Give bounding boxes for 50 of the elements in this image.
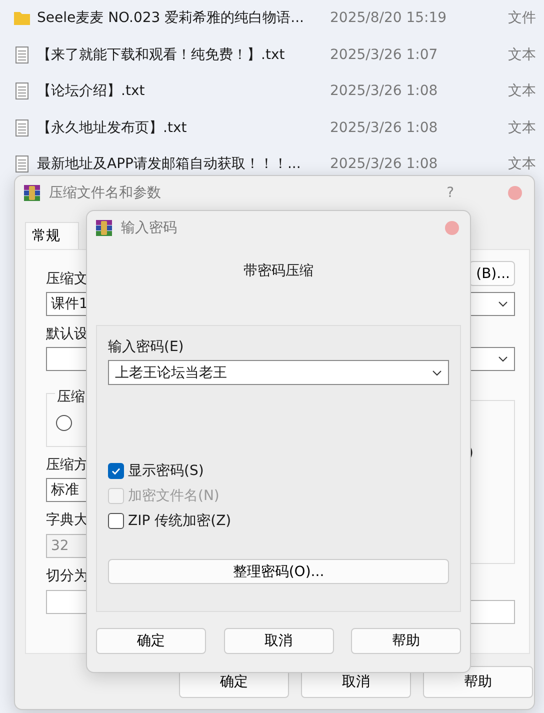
stacked-books-icon bbox=[95, 218, 113, 236]
modified-date: 2025/3/26 1:08 bbox=[330, 83, 439, 100]
input-field[interactable] bbox=[469, 600, 515, 624]
field-label: 压缩方 bbox=[46, 456, 89, 475]
file-name[interactable]: Seele麦麦 NO.023 爱莉希雅的纯白物语... bbox=[37, 9, 330, 28]
checkbox[interactable] bbox=[108, 513, 124, 529]
checkbox-label: 显示密码(S) bbox=[128, 462, 204, 480]
text-file-icon bbox=[13, 46, 31, 64]
modified-date: 2025/8/20 15:19 bbox=[330, 10, 448, 26]
window-title: 输入密码 bbox=[121, 218, 177, 236]
file-name[interactable]: 【永久地址发布页】.txt bbox=[37, 118, 330, 137]
stacked-books-icon bbox=[23, 184, 41, 202]
field-label: 压缩文 bbox=[46, 270, 89, 289]
dialog-heading: 带密码压缩 bbox=[242, 262, 314, 280]
checkbox-label: 加密文件名(N) bbox=[128, 487, 220, 505]
file-name[interactable]: 【来了就能下载和观看！纯免费！】.txt bbox=[37, 46, 330, 64]
file-type: 文本 bbox=[508, 155, 536, 174]
file-name[interactable]: 最新地址及APP请发邮箱自动获取！！！... bbox=[37, 155, 330, 174]
password-field[interactable]: 上老王论坛当老王 bbox=[108, 360, 449, 385]
dialog-button[interactable]: 确定 bbox=[96, 628, 206, 654]
text-file-icon bbox=[13, 118, 31, 137]
chevron-down-icon bbox=[432, 370, 442, 376]
chevron-down-icon bbox=[498, 301, 508, 307]
field-label: 输入密码(E) bbox=[108, 338, 185, 356]
group-label: 压缩 bbox=[55, 389, 87, 405]
file-type: 文本 bbox=[508, 118, 536, 137]
checkbox-label: ZIP 传统加密(Z) bbox=[128, 512, 232, 530]
field-label: 默认设 bbox=[46, 325, 89, 344]
text-file-icon bbox=[13, 155, 31, 174]
organize-button[interactable]: 整理密码(O)... bbox=[108, 559, 449, 584]
modified-date: 2025/3/26 1:08 bbox=[330, 156, 439, 172]
dropdown[interactable] bbox=[469, 292, 515, 316]
text-file-icon bbox=[13, 82, 31, 100]
folder-icon bbox=[13, 10, 31, 26]
file-name[interactable]: 【论坛介绍】.txt bbox=[37, 82, 330, 100]
modified-date: 2025/3/26 1:07 bbox=[330, 46, 439, 63]
dialog-button[interactable]: 帮助 bbox=[423, 666, 533, 698]
radio-button[interactable] bbox=[56, 415, 72, 431]
tab[interactable]: 常规 bbox=[25, 222, 79, 249]
dropdown[interactable] bbox=[469, 347, 515, 371]
file-type: 文本 bbox=[508, 82, 536, 100]
file-type: 文本 bbox=[508, 46, 536, 64]
window-title: 压缩文件名和参数 bbox=[49, 184, 161, 202]
checkbox[interactable] bbox=[108, 463, 124, 479]
dialog-button[interactable]: 取消 bbox=[224, 628, 334, 654]
chevron-down-icon bbox=[498, 356, 508, 362]
dialog-button[interactable]: 帮助 bbox=[351, 628, 461, 654]
file-type: 文件 bbox=[508, 9, 536, 28]
modified-date: 2025/3/26 1:08 bbox=[330, 120, 439, 136]
browse-button[interactable]: (B)... bbox=[469, 261, 515, 286]
